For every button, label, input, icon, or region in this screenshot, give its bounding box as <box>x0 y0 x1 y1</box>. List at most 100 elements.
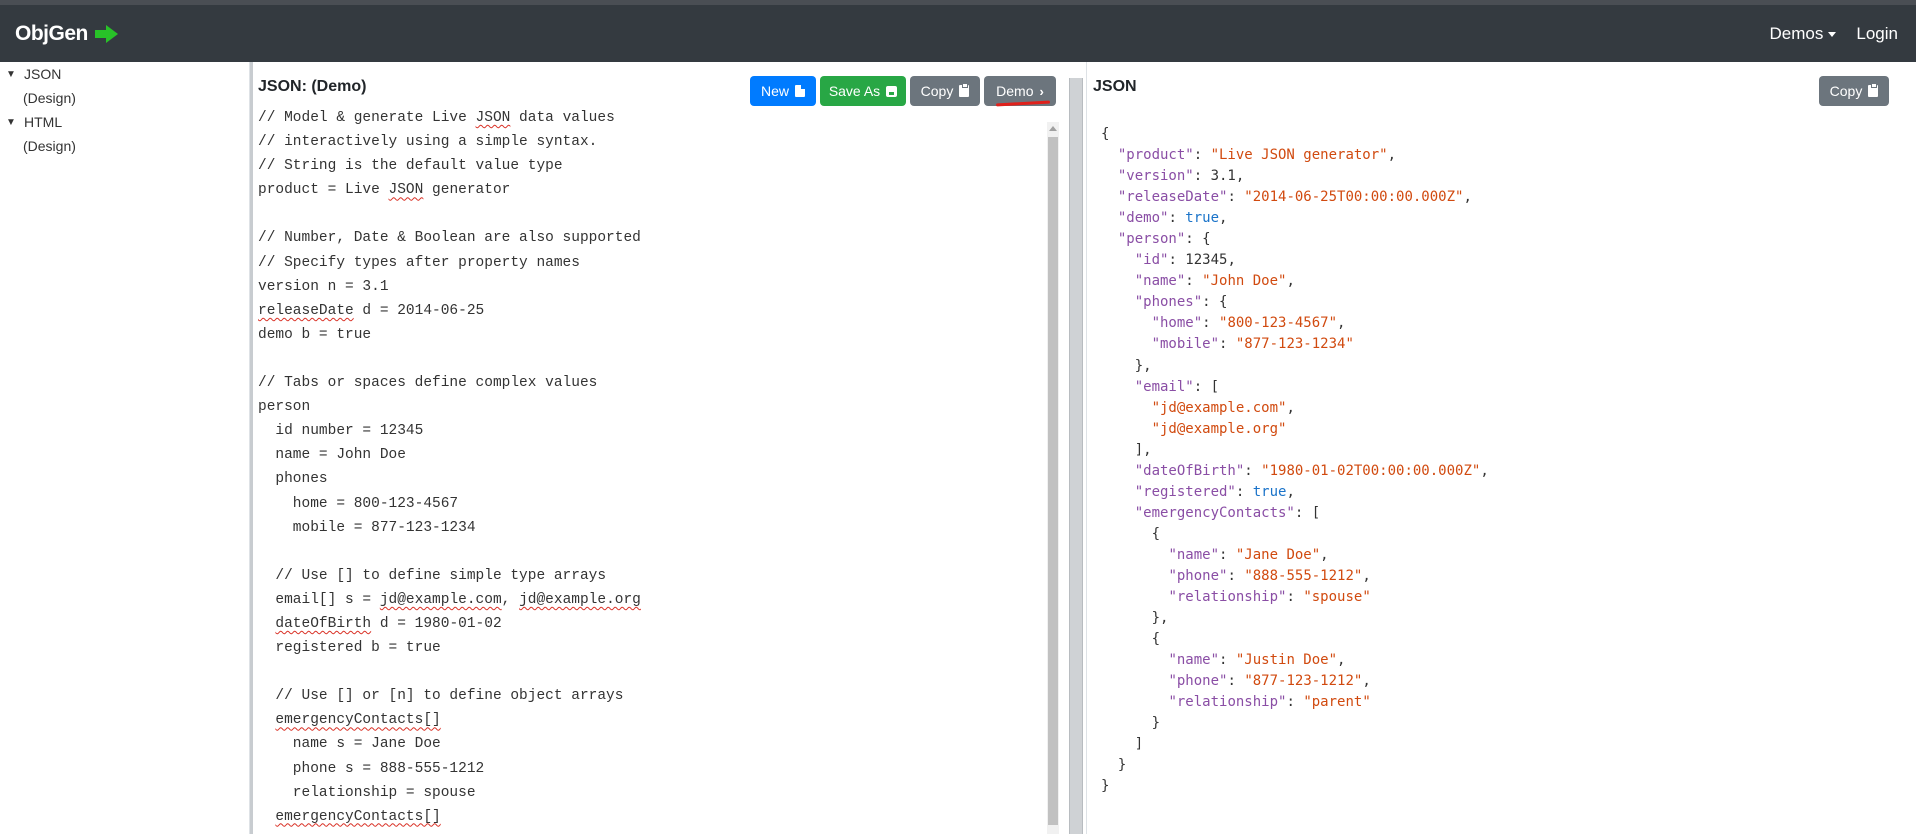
new-button[interactable]: New <box>750 76 816 106</box>
clipboard-icon <box>959 83 970 97</box>
code-line[interactable]: email[] s = jd@example.com, jd@example.o… <box>258 588 1048 612</box>
tree-node-json[interactable]: ▼ JSON <box>6 66 61 82</box>
code-line[interactable]: version n = 3.1 <box>258 275 1048 299</box>
code-line[interactable]: phone s = 888-555-1212 <box>258 757 1048 781</box>
json-line: "product": "Live JSON generator", <box>1117 147 1397 164</box>
json-line: ], <box>1101 441 1152 458</box>
caret-down-icon <box>1828 31 1837 37</box>
code-line[interactable]: phones <box>258 467 1048 491</box>
code-line[interactable]: product = Live JSON generator <box>258 178 1048 202</box>
expanded-triangle-icon[interactable]: ▼ <box>6 117 16 128</box>
code-line[interactable]: name = John Doe <box>258 443 1048 467</box>
json-line: "phone": "888-555-1212", <box>1168 567 1371 584</box>
code-line[interactable]: name s = Jane Doe <box>258 732 1048 756</box>
code-line[interactable]: // Number, Date & Boolean are also suppo… <box>258 226 1048 250</box>
json-line: } <box>1101 778 1110 795</box>
code-line[interactable]: // Use [] or [n] to define object arrays <box>258 684 1048 708</box>
json-line: "demo": true, <box>1117 210 1228 227</box>
json-line: "relationship": "parent" <box>1168 694 1371 711</box>
code-line[interactable]: emergencyContacts[] <box>258 805 1048 829</box>
code-line[interactable]: id number = 12345 <box>258 419 1048 443</box>
code-line[interactable]: person <box>258 395 1048 419</box>
code-line[interactable]: // Specify types after property names <box>258 251 1048 275</box>
file-icon <box>795 85 805 97</box>
code-line[interactable]: // String is the default value type <box>258 154 1048 178</box>
brand-name: ObjGen <box>15 22 88 45</box>
code-line[interactable] <box>258 347 1048 371</box>
floppy-disk-icon <box>886 85 898 97</box>
code-line[interactable]: // Tabs or spaces define complex values <box>258 371 1048 395</box>
code-line[interactable]: dateOfBirth d = 1980-01-02 <box>258 612 1048 636</box>
json-line: "releaseDate": "2014-06-25T00:00:00.000Z… <box>1117 189 1472 206</box>
json-line: "mobile": "877-123-1234" <box>1151 336 1354 353</box>
expanded-triangle-icon[interactable]: ▼ <box>6 69 16 80</box>
scroll-up-icon[interactable] <box>1049 126 1057 131</box>
json-line: "phones": { <box>1134 294 1228 311</box>
json-output: { "product": "Live JSON generator", "ver… <box>1101 124 1489 798</box>
json-line: "relationship": "spouse" <box>1168 589 1371 606</box>
output-title: JSON <box>1093 78 1137 95</box>
sidebar-tree: ▼ JSON (Design) ▼ HTML (Design) <box>0 62 250 834</box>
json-line: "registered": true, <box>1134 483 1295 500</box>
code-line[interactable] <box>258 660 1048 684</box>
panel-splitter-handle[interactable] <box>1069 78 1083 834</box>
chevron-right-icon: › <box>1039 83 1044 99</box>
json-line: "emergencyContacts": [ <box>1134 504 1321 521</box>
json-line: { <box>1101 525 1161 542</box>
login-link[interactable]: Login <box>1856 24 1898 44</box>
json-line: "dateOfBirth": "1980-01-02T00:00:00.000Z… <box>1134 462 1489 479</box>
arrow-right-icon <box>94 25 118 43</box>
tree-node-label: HTML <box>24 114 63 130</box>
tree-node-label: JSON <box>24 66 62 82</box>
json-line: { <box>1101 631 1161 648</box>
new-label: New <box>760 83 789 99</box>
json-line: "phone": "877-123-1212", <box>1168 673 1371 690</box>
save-as-button[interactable]: Save As <box>820 76 906 106</box>
tree-node-json-design[interactable]: (Design) <box>23 90 76 106</box>
clipboard-icon <box>1868 83 1879 97</box>
code-line[interactable]: registered b = true <box>258 636 1048 660</box>
json-line: } <box>1101 715 1161 732</box>
copy-json-button[interactable]: Copy <box>1819 76 1889 106</box>
code-line[interactable] <box>258 202 1048 226</box>
copy-label: Copy <box>1829 83 1863 99</box>
copy-source-button[interactable]: Copy <box>910 76 980 106</box>
demo-label: Demo <box>996 83 1034 99</box>
json-line: } <box>1101 757 1127 774</box>
tree-node-label: (Design) <box>23 90 76 106</box>
json-line: }, <box>1101 610 1169 627</box>
brand-logo[interactable]: ObjGen <box>15 22 120 46</box>
code-line[interactable]: // interactively using a simple syntax. <box>258 130 1048 154</box>
code-line[interactable] <box>258 540 1048 564</box>
code-line[interactable]: releaseDate d = 2014-06-25 <box>258 299 1048 323</box>
tree-node-html[interactable]: ▼ HTML <box>6 114 62 130</box>
code-line[interactable]: demo b = true <box>258 323 1048 347</box>
tree-node-label: (Design) <box>23 138 76 154</box>
editor-title: JSON: (Demo) <box>258 78 367 95</box>
tree-node-html-design[interactable]: (Design) <box>23 138 76 154</box>
json-line: "id": 12345, <box>1134 252 1236 269</box>
editor-panel: JSON: (Demo) New Save As Copy Demo › // … <box>253 62 1068 834</box>
json-line: "home": "800-123-4567", <box>1151 315 1346 332</box>
json-line: ] <box>1101 736 1144 753</box>
editor-scrollbar-thumb[interactable] <box>1048 137 1058 825</box>
json-line: "name": "John Doe", <box>1134 273 1295 290</box>
json-line: "name": "Jane Doe", <box>1168 546 1329 563</box>
code-line[interactable]: home = 800-123-4567 <box>258 492 1048 516</box>
json-line: "jd@example.org" <box>1151 420 1287 437</box>
copy-label: Copy <box>920 83 954 99</box>
json-line: "jd@example.com", <box>1151 399 1295 416</box>
demos-dropdown[interactable]: Demos <box>1770 24 1837 44</box>
json-line: "name": "Justin Doe", <box>1168 652 1346 669</box>
code-line[interactable]: emergencyContacts[] <box>258 708 1048 732</box>
code-line[interactable]: // Use [] to define simple type arrays <box>258 564 1048 588</box>
json-line: }, <box>1101 357 1152 374</box>
demos-label: Demos <box>1769 24 1824 43</box>
source-editor[interactable]: // Model & generate Live JSON data value… <box>258 106 1048 834</box>
code-line[interactable]: relationship = spouse <box>258 781 1048 805</box>
navbar: ObjGen Demos Login <box>0 5 1916 62</box>
code-line[interactable]: mobile = 877-123-1234 <box>258 516 1048 540</box>
json-line: "version": 3.1, <box>1117 168 1245 185</box>
code-line[interactable]: // Model & generate Live JSON data value… <box>258 106 1048 130</box>
json-output-panel: JSON Copy { "product": "Live JSON genera… <box>1086 62 1916 834</box>
